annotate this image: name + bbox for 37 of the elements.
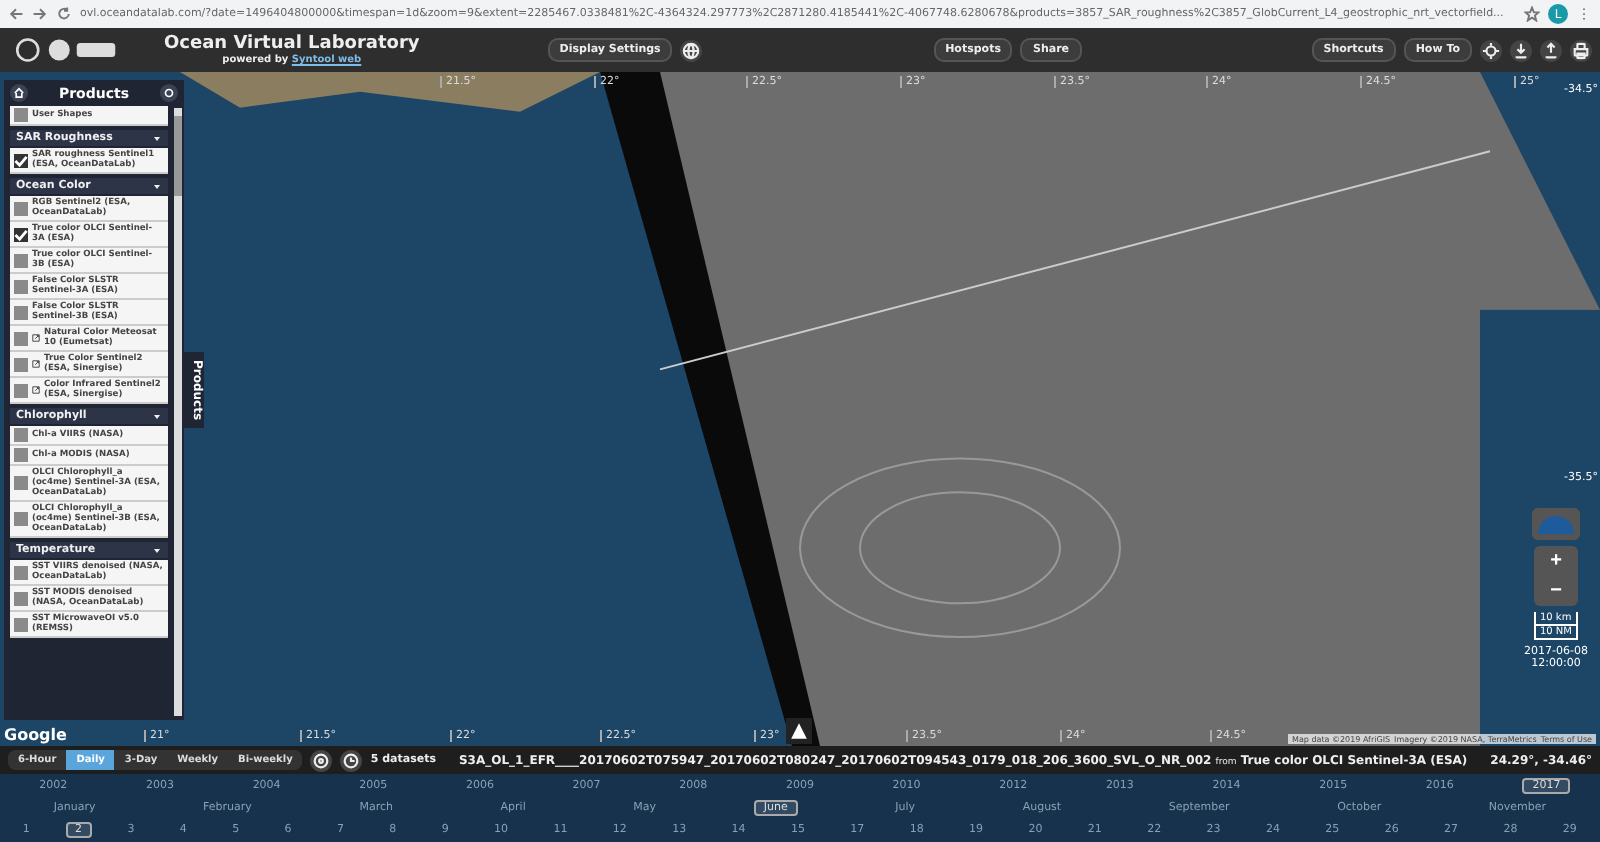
caret-icon	[152, 545, 162, 555]
checkbox[interactable]	[14, 153, 28, 167]
checkbox[interactable]	[14, 591, 28, 605]
download-icon[interactable]	[1510, 39, 1533, 61]
back-icon[interactable]	[8, 6, 24, 22]
star-icon[interactable]	[1524, 6, 1540, 22]
print-icon[interactable]	[1570, 39, 1593, 61]
checkbox[interactable]	[14, 428, 28, 442]
clock-icon[interactable]	[340, 749, 363, 771]
checkbox[interactable]	[14, 357, 28, 371]
caret-icon	[152, 181, 162, 191]
checkbox[interactable]	[14, 201, 28, 215]
caret-icon	[152, 411, 162, 421]
checkbox[interactable]	[14, 253, 28, 267]
triangle-icon[interactable]	[786, 718, 812, 744]
checkbox[interactable]	[14, 279, 28, 293]
caret-icon	[152, 133, 162, 143]
checkbox[interactable]	[14, 383, 28, 397]
zoom-in-button[interactable]: +	[1534, 546, 1578, 576]
home-icon[interactable]	[10, 84, 28, 102]
target-icon[interactable]	[310, 749, 333, 771]
app-title: Ocean Virtual Laboratory	[164, 34, 420, 54]
forward-icon[interactable]	[32, 6, 48, 22]
checkbox[interactable]	[14, 476, 28, 490]
checkbox[interactable]	[14, 227, 28, 241]
zoom-out-button[interactable]: −	[1534, 576, 1578, 606]
upload-icon[interactable]	[1540, 39, 1563, 61]
google-logo: Google	[4, 726, 67, 744]
checkbox[interactable]	[14, 448, 28, 462]
checkbox[interactable]	[14, 305, 28, 319]
checkbox[interactable]	[14, 108, 28, 122]
checkbox[interactable]	[14, 617, 28, 631]
checkbox[interactable]	[14, 331, 28, 345]
checkbox[interactable]	[14, 565, 28, 579]
globe-icon[interactable]	[680, 39, 703, 61]
reload-icon[interactable]	[56, 6, 72, 22]
checkbox[interactable]	[14, 512, 28, 526]
